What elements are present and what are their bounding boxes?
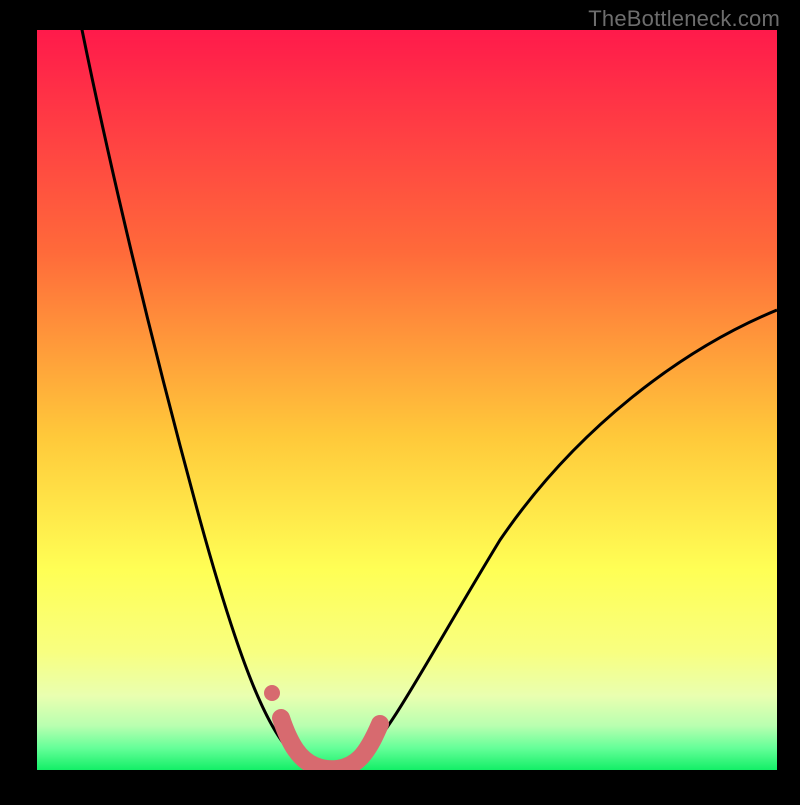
watermark-text: TheBottleneck.com <box>588 6 780 32</box>
chart-frame: TheBottleneck.com <box>0 0 800 800</box>
plot-background <box>37 30 777 770</box>
highlight-dot <box>264 685 280 701</box>
bottleneck-chart <box>0 0 800 800</box>
